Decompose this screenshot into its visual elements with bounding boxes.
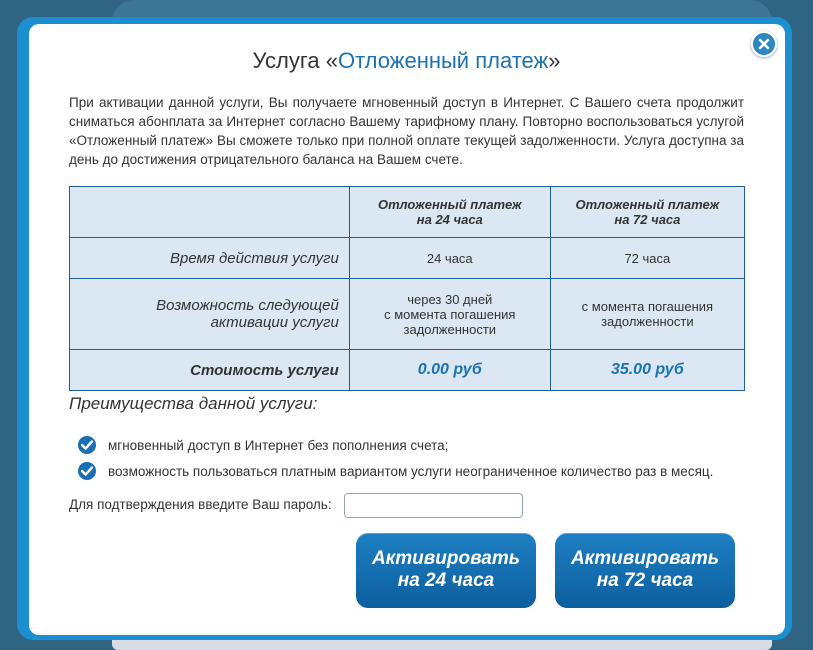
header-24h-line2: на 24 часа xyxy=(416,212,483,227)
row-next-label-line2: активации услуги xyxy=(210,314,339,331)
activate-72h-button[interactable]: Активировать на 72 часа xyxy=(555,533,735,608)
header-empty-cell xyxy=(69,186,350,238)
header-24h: Отложенный платеж на 24 часа xyxy=(348,186,551,238)
advantage-text: возможность пользоваться платным вариант… xyxy=(108,463,714,479)
row-next-24h: через 30 дней с момента погашения задолж… xyxy=(348,278,551,350)
header-72h: Отложенный платеж на 72 часа xyxy=(549,186,746,238)
advantages-list: мгновенный доступ в Интернет без пополне… xyxy=(78,432,778,484)
row-next-72h-line2: задолженности xyxy=(601,314,694,329)
row-next-24h-line1: через 30 дней xyxy=(407,291,493,307)
advantages-title: Преимущества данной услуги: xyxy=(69,394,318,413)
table-row: Стоимость услуги 0.00 руб 35.00 руб xyxy=(69,349,746,391)
row-cost-label: Стоимость услуги xyxy=(69,349,350,391)
row-next-72h-line1: с момента погашения xyxy=(581,299,714,314)
header-72h-line2: на 72 часа xyxy=(614,212,681,227)
header-72h-line1: Отложенный платеж xyxy=(575,197,720,212)
list-item: мгновенный доступ в Интернет без пополне… xyxy=(78,432,778,458)
row-time-72h: 72 часа xyxy=(549,237,746,279)
title-suffix: » xyxy=(548,48,561,73)
row-cost-72h: 35.00 руб xyxy=(549,349,746,391)
check-circle-icon xyxy=(78,462,96,480)
row-time-label: Время действия услуги xyxy=(69,237,350,279)
row-next-72h: с момента погашения задолженности xyxy=(549,278,746,350)
row-cost-24h: 0.00 руб xyxy=(348,349,551,391)
table-row: Возможность следующей активации услуги ч… xyxy=(69,278,746,350)
row-next-24h-line2: с момента погашения xyxy=(384,306,516,322)
row-next-label: Возможность следующей активации услуги xyxy=(69,278,350,350)
row-next-label-line1: Возможность следующей xyxy=(156,297,339,314)
table-header-row: Отложенный платеж на 24 часа Отложенный … xyxy=(69,186,746,238)
intro-text: При активации данной услуги, Вы получает… xyxy=(69,95,744,167)
activate-24h-line1: Активировать xyxy=(371,548,521,569)
table-row: Время действия услуги 24 часа 72 часа xyxy=(69,237,746,279)
tariff-comparison-table: Отложенный платеж на 24 часа Отложенный … xyxy=(69,186,746,391)
row-time-24h: 24 часа xyxy=(348,237,551,279)
password-input[interactable] xyxy=(344,493,523,518)
list-item: возможность пользоваться платным вариант… xyxy=(78,458,778,484)
password-label: Для подтверждения введите Ваш пароль: xyxy=(69,497,332,512)
row-next-24h-line3: задолженности xyxy=(403,321,497,337)
activate-72h-line1: Активировать xyxy=(570,548,720,569)
header-24h-line1: Отложенный платеж xyxy=(377,197,522,212)
advantage-text: мгновенный доступ в Интернет без пополне… xyxy=(108,437,449,453)
activate-24h-line2: на 24 часа xyxy=(397,570,495,591)
activate-24h-button[interactable]: Активировать на 24 часа xyxy=(356,533,536,608)
activate-72h-line2: на 72 часа xyxy=(596,570,694,591)
title-service-name: Отложенный платеж xyxy=(337,48,549,73)
title-prefix: Услуга « xyxy=(252,48,338,73)
dialog-title: Услуга «Отложенный платеж» xyxy=(0,48,813,74)
check-circle-icon xyxy=(78,436,96,454)
